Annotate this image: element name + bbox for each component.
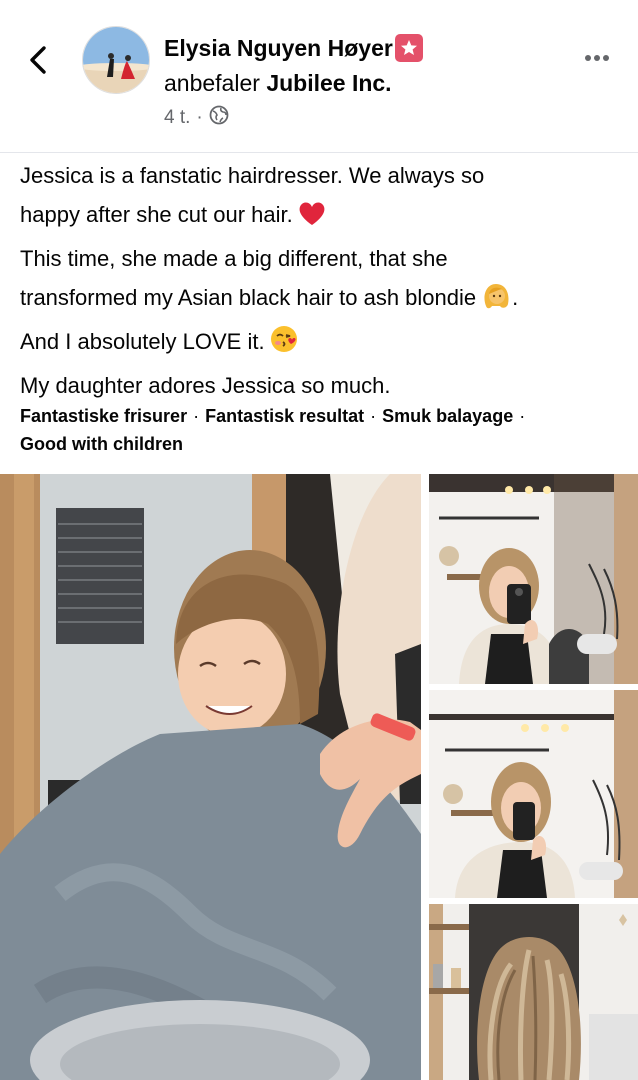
face-blowing-kiss-emoji-icon — [269, 324, 299, 366]
hair-color-photo[interactable] — [429, 904, 638, 1080]
blonde-person-emoji-icon — [480, 280, 512, 322]
mirror-selfie-photo-1[interactable] — [429, 474, 638, 684]
post-line-4: transformed my Asian black hair to ash b… — [20, 278, 620, 322]
action-text: anbefaler — [164, 70, 260, 96]
tag-item: Fantastiske frisurer — [20, 406, 188, 426]
page-name[interactable]: Jubilee Inc. — [266, 70, 391, 96]
post-header: Elysia Nguyen Høyer anbefaler Jubilee In… — [0, 0, 638, 153]
recommends-line: anbefaler Jubilee Inc. — [164, 70, 392, 97]
post-line-2: happy after she cut our hair. — [20, 195, 620, 239]
heart-emoji-icon — [297, 199, 327, 239]
tag-separator: · — [370, 406, 377, 426]
avatar[interactable] — [82, 26, 150, 94]
meta-separator: · — [196, 107, 203, 128]
tag-item: Fantastisk resultat — [205, 406, 365, 426]
globe-icon — [209, 105, 229, 131]
post-line-5: And I absolutely LOVE it. — [20, 322, 620, 366]
tag-item: Smuk balayage — [382, 406, 514, 426]
post-line-3: This time, she made a big different, tha… — [20, 246, 448, 271]
post-time[interactable]: 4 t. — [164, 107, 190, 129]
post-meta: 4 t. · — [164, 105, 229, 131]
post-line-6: My daughter adores Jessica so much. — [20, 373, 391, 398]
tag-separator: · — [193, 406, 200, 426]
more-options-icon[interactable] — [582, 48, 614, 68]
author-line: Elysia Nguyen Høyer — [164, 34, 423, 62]
back-arrow-icon[interactable] — [22, 40, 56, 80]
tag-separator: · — [519, 406, 526, 426]
post-line-1: Jessica is a fanstatic hairdresser. We a… — [20, 163, 485, 188]
tag-item: Good with children — [20, 434, 183, 454]
author-name[interactable]: Elysia Nguyen Høyer — [164, 35, 393, 62]
post-body: Jessica is a fanstatic hairdresser. We a… — [20, 156, 620, 405]
mirror-selfie-photo-2[interactable] — [429, 690, 638, 898]
child-haircut-photo[interactable] — [0, 474, 421, 1080]
recommendation-tags: Fantastiske frisurer · Fantastisk resultat… — [20, 402, 630, 458]
star-badge-icon — [394, 34, 423, 62]
